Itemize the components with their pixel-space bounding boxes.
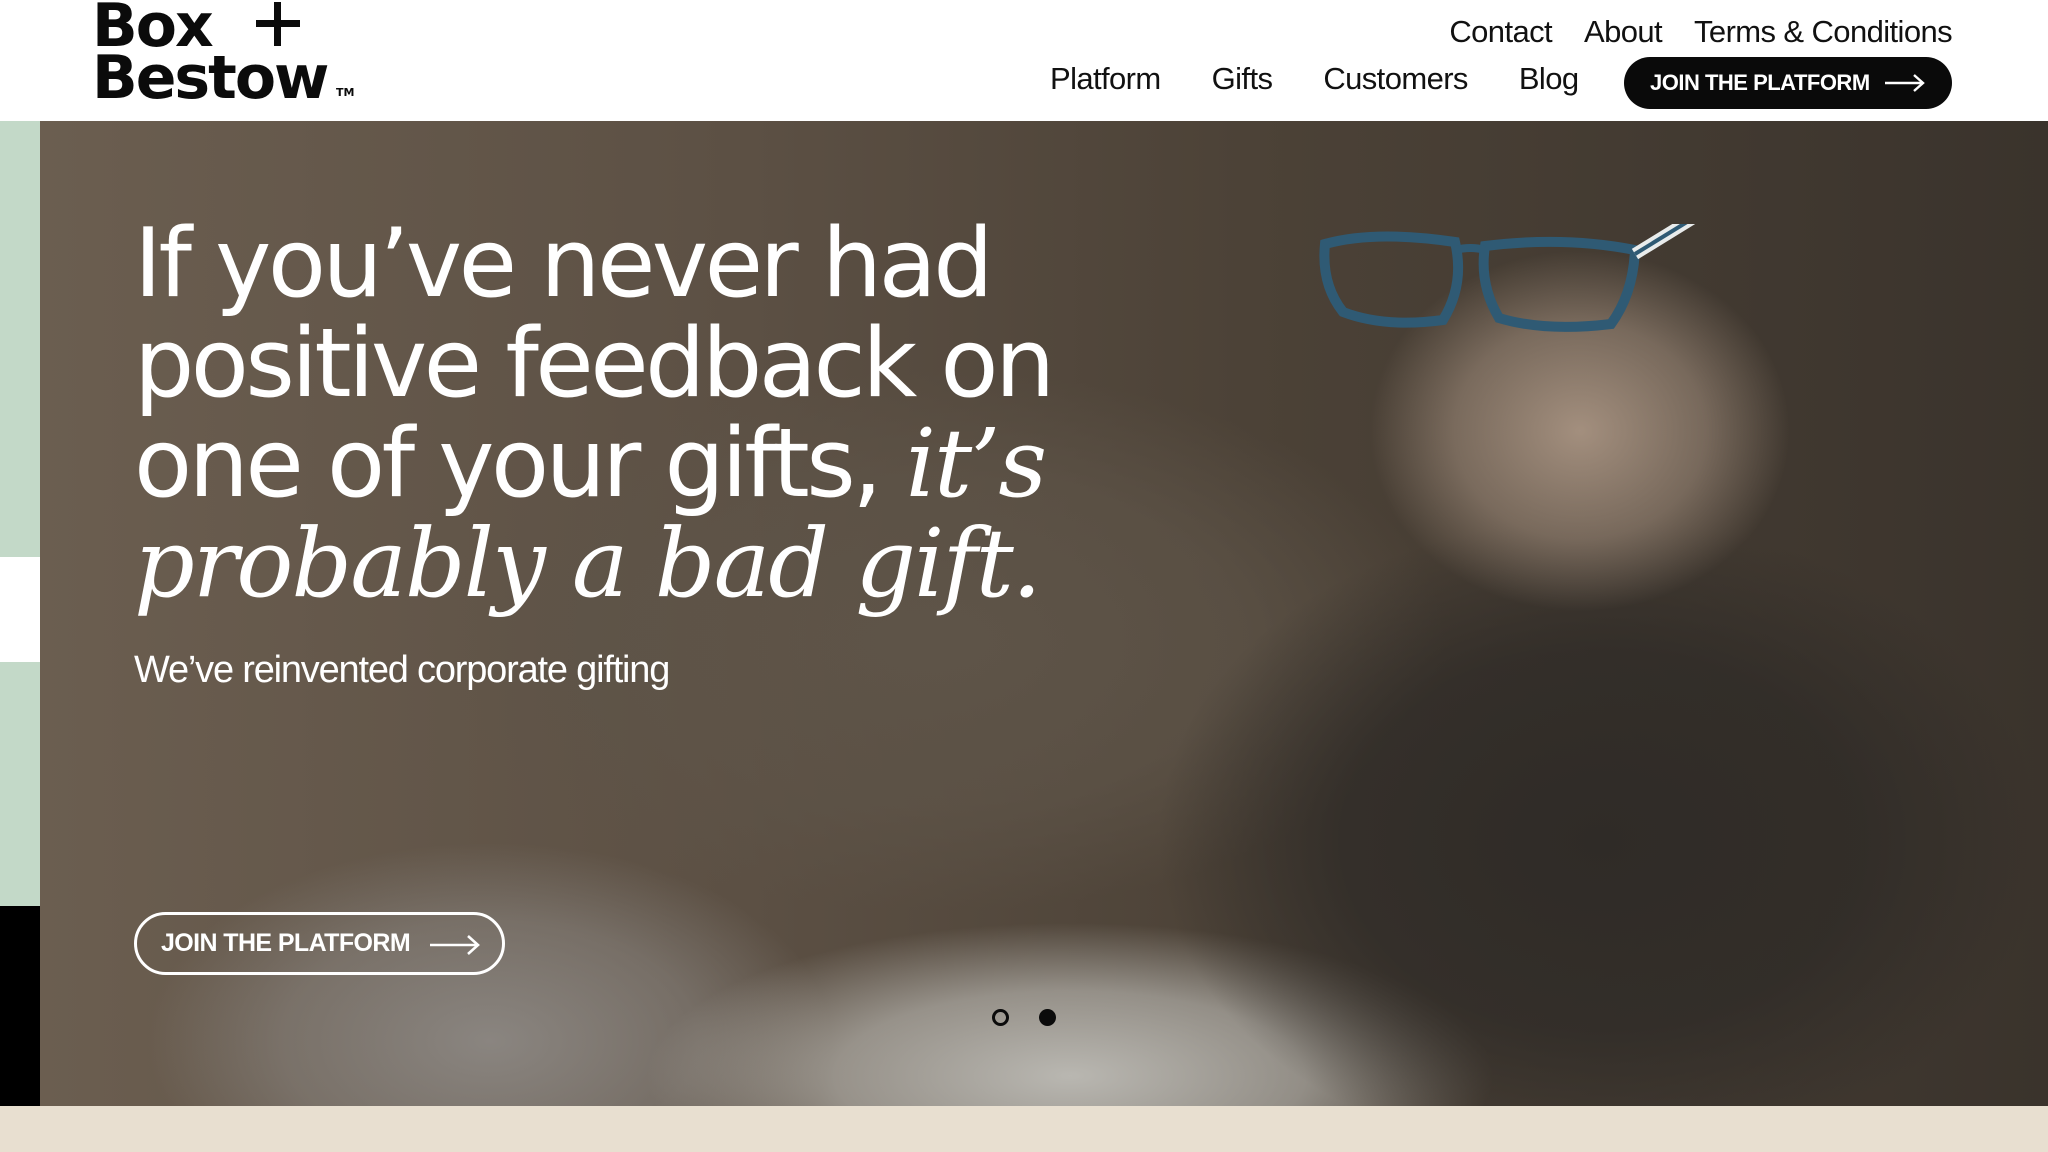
nav-link-about[interactable]: About xyxy=(1584,14,1663,50)
main-nav: Platform Gifts Customers Blog xyxy=(1050,61,1629,97)
headline-line-1: If you’ve never had xyxy=(134,209,994,319)
arrow-right-icon xyxy=(1885,74,1925,92)
join-platform-button-header[interactable]: JOIN THE PLATFORM xyxy=(1624,57,1952,109)
carousel-dot-1[interactable] xyxy=(992,1009,1009,1026)
eyeglasses-graphic xyxy=(1319,224,1696,332)
hero-headline: If you’ve never had positive feedback on… xyxy=(134,214,1064,614)
accent-stripe-black xyxy=(0,906,40,1106)
join-platform-button-hero[interactable]: JOIN THE PLATFORM xyxy=(134,912,505,975)
hero-cta-label: JOIN THE PLATFORM xyxy=(161,929,411,957)
nav-link-blog[interactable]: Blog xyxy=(1519,61,1579,97)
carousel-dot-2-active[interactable] xyxy=(1039,1009,1056,1026)
accent-stripe-sage-2 xyxy=(0,662,40,906)
nav-link-platform[interactable]: Platform xyxy=(1050,61,1161,97)
hero-section: If you’ve never had positive feedback on… xyxy=(0,121,2048,1106)
headline-line-3-italic: it’s xyxy=(905,409,1048,519)
utility-nav: Contact About Terms & Conditions xyxy=(1449,14,1952,50)
site-header: Box Bestow TM Contact About Terms & Cond… xyxy=(0,0,2048,121)
nav-link-terms[interactable]: Terms & Conditions xyxy=(1694,14,1953,50)
logo-text-line2: Bestow xyxy=(92,43,329,113)
accent-stripe-sage xyxy=(0,121,40,557)
accent-stripe-white xyxy=(0,557,40,662)
next-section-band xyxy=(0,1106,2048,1152)
headline-line-2: positive feedback on xyxy=(134,309,1055,419)
headline-line-4: probably a bad gift. xyxy=(134,509,1042,619)
nav-link-gifts[interactable]: Gifts xyxy=(1212,61,1273,97)
join-platform-label: JOIN THE PLATFORM xyxy=(1650,70,1870,95)
arrow-right-icon xyxy=(430,935,480,955)
trademark-mark: TM xyxy=(336,86,355,99)
hero-subheading: We’ve reinvented corporate gifting xyxy=(134,649,670,691)
headline-line-3: one of your gifts, it’s xyxy=(134,414,1064,514)
nav-link-customers[interactable]: Customers xyxy=(1323,61,1468,97)
headline-line-3-plain: one of your gifts, xyxy=(134,409,906,519)
nav-link-contact[interactable]: Contact xyxy=(1449,14,1552,50)
plus-icon xyxy=(252,0,302,48)
